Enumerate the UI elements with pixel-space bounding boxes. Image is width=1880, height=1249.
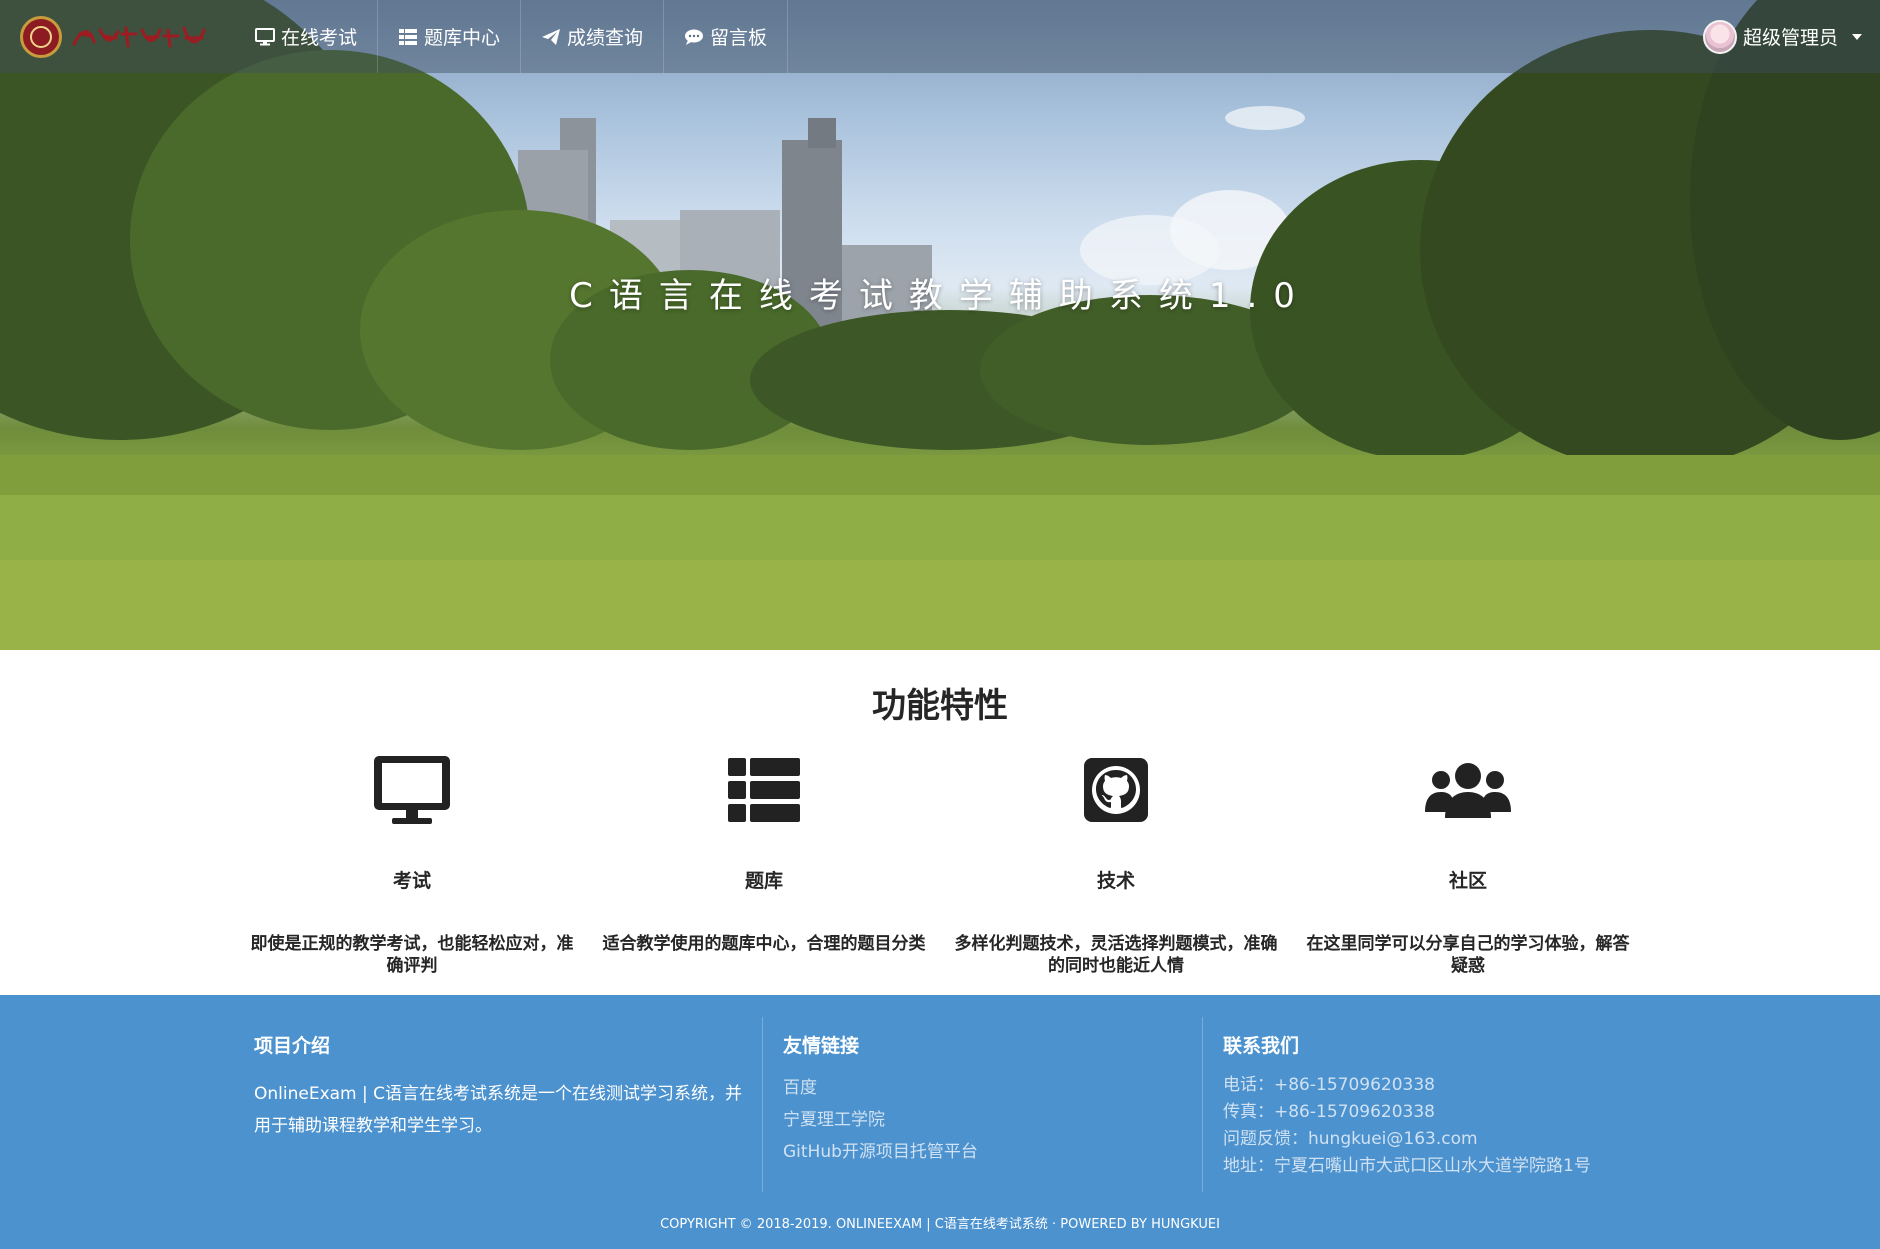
github-icon bbox=[950, 750, 1282, 830]
nav-label: 留言板 bbox=[710, 27, 768, 49]
users-icon bbox=[1302, 750, 1634, 830]
feature-title: 题库 bbox=[744, 870, 783, 892]
footer-links: 友情链接 百度 宁夏理工学院 GitHub开源项目托管平台 bbox=[762, 1017, 1202, 1192]
footer-link-baidu[interactable]: 百度 bbox=[783, 1072, 1202, 1104]
college-name-logo bbox=[72, 26, 206, 47]
feature-title: 技术 bbox=[1096, 870, 1135, 892]
top-navbar: 在线考试 题库中心 成绩查询 留言板 超级管理员 bbox=[0, 0, 1880, 73]
features-section: 功能特性 考试 即使是正规的教学考试，也能轻松应对，准确评判 题库 适合教学使用… bbox=[0, 650, 1880, 995]
chevron-down-icon bbox=[1852, 33, 1862, 40]
feature-exam: 考试 即使是正规的教学考试，也能轻松应对，准确评判 bbox=[246, 750, 578, 977]
feature-tech: 技术 多样化判题技术，灵活选择判题模式，准确的同时也能近人情 bbox=[950, 750, 1282, 977]
nav-question-bank[interactable]: 题库中心 bbox=[378, 0, 522, 73]
nav-label: 成绩查询 bbox=[567, 27, 644, 49]
user-menu-dropdown[interactable]: 超级管理员 bbox=[1702, 0, 1862, 73]
feature-community: 社区 在这里同学可以分享自己的学习体验，解答疑惑 bbox=[1302, 750, 1634, 977]
feature-bank: 题库 适合教学使用的题库中心，合理的题目分类 bbox=[598, 750, 930, 955]
list-icon bbox=[398, 28, 418, 46]
contact-feedback-email: 问题反馈：hungkuei@163.com bbox=[1223, 1129, 1478, 1149]
feature-desc: 即使是正规的教学考试，也能轻松应对，准确评判 bbox=[250, 934, 574, 976]
avatar bbox=[1702, 19, 1737, 54]
footer-about: 项目介绍 OnlineExam | C语言在线考试系统是一个在线测试学习系统，并… bbox=[254, 1017, 754, 1142]
th-list-icon bbox=[598, 750, 930, 830]
brand-logo[interactable] bbox=[0, 0, 235, 73]
footer-about-heading: 项目介绍 bbox=[254, 1035, 331, 1057]
hero-banner: C语言在线考试教学辅助系统1.0 bbox=[0, 0, 1880, 650]
nav-online-exam[interactable]: 在线考试 bbox=[235, 0, 379, 73]
college-seal-icon bbox=[20, 15, 62, 58]
hero-title: C语言在线考试教学辅助系统1.0 bbox=[569, 276, 1311, 316]
feature-desc: 多样化判题技术，灵活选择判题模式，准确的同时也能近人情 bbox=[954, 934, 1278, 976]
desktop-icon bbox=[246, 750, 578, 830]
features-heading: 功能特性 bbox=[872, 686, 1008, 726]
nav-score-query[interactable]: 成绩查询 bbox=[521, 0, 665, 73]
feature-title: 社区 bbox=[1448, 870, 1487, 892]
contact-phone: 电话：+86-15709620338 bbox=[1223, 1075, 1435, 1095]
comment-icon bbox=[684, 28, 704, 46]
paper-plane-icon bbox=[541, 28, 561, 46]
footer-about-text: OnlineExam | C语言在线考试系统是一个在线测试学习系统，并用于辅助课… bbox=[254, 1084, 743, 1136]
monitor-icon bbox=[255, 27, 275, 46]
site-footer: 项目介绍 OnlineExam | C语言在线考试系统是一个在线测试学习系统，并… bbox=[0, 995, 1880, 1249]
footer-contact-heading: 联系我们 bbox=[1223, 1035, 1300, 1057]
footer-link-college[interactable]: 宁夏理工学院 bbox=[783, 1104, 1202, 1136]
footer-link-github[interactable]: GitHub开源项目托管平台 bbox=[783, 1136, 1202, 1168]
user-name: 超级管理员 bbox=[1742, 27, 1838, 49]
contact-address: 地址：宁夏石嘴山市大武口区山水大道学院路1号 bbox=[1223, 1156, 1591, 1176]
feature-desc: 适合教学使用的题库中心，合理的题目分类 bbox=[602, 934, 926, 954]
contact-fax: 传真：+86-15709620338 bbox=[1223, 1102, 1435, 1122]
feature-title: 考试 bbox=[392, 870, 431, 892]
nav-message-board[interactable]: 留言板 bbox=[664, 0, 789, 73]
copyright-text: COPYRIGHT © 2018-2019. ONLINEEXAM | C语言在… bbox=[660, 1217, 1220, 1232]
nav-label: 题库中心 bbox=[424, 27, 501, 49]
footer-links-heading: 友情链接 bbox=[783, 1035, 860, 1057]
nav-label: 在线考试 bbox=[281, 27, 358, 49]
feature-desc: 在这里同学可以分享自己的学习体验，解答疑惑 bbox=[1306, 934, 1630, 976]
campus-photo bbox=[0, 0, 1880, 650]
footer-contact: 联系我们 电话：+86-15709620338 传真：+86-157096203… bbox=[1202, 1017, 1672, 1192]
